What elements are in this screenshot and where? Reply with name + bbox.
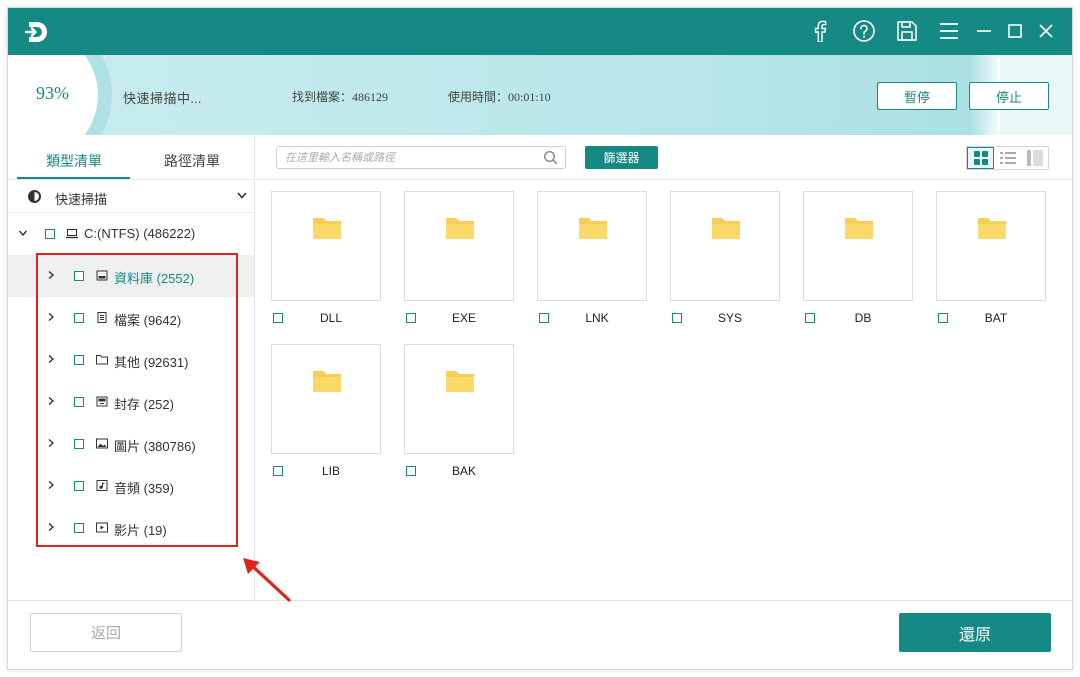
app-window: 93% 快速掃描中... 找到檔案：486129 使用時間：00:01:10 暫… — [7, 7, 1073, 670]
progress-percent: 93% — [36, 83, 69, 103]
active-tab-underline — [17, 177, 130, 179]
scan-progress-strip: 93% 快速掃描中... 找到檔案：486129 使用時間：00:01:10 暫… — [8, 55, 1072, 135]
chevron-down-icon[interactable] — [235, 188, 249, 202]
grid-item-label: BAT — [984, 311, 1008, 325]
close-icon[interactable] — [1033, 18, 1059, 44]
grid-item-checkbox[interactable] — [805, 313, 815, 323]
file-type-card[interactable] — [803, 191, 913, 301]
grid-item-checkbox[interactable] — [938, 313, 948, 323]
tab-type-list[interactable]: 類型清單 — [46, 151, 102, 171]
footer-bar: 返回 還原 — [8, 600, 1072, 669]
filter-button[interactable]: 篩選器 — [585, 146, 658, 169]
file-type-card[interactable] — [271, 191, 381, 301]
facebook-icon[interactable] — [807, 18, 833, 44]
scan-mode-label: 快速掃描 — [55, 192, 108, 207]
file-type-card[interactable] — [404, 344, 514, 454]
grid-item[interactable]: SYS — [670, 191, 780, 331]
restore-button[interactable]: 還原 — [899, 613, 1051, 652]
folder-icon — [446, 218, 474, 239]
chevron-down-icon[interactable] — [18, 228, 28, 238]
grid-item-label: LIB — [321, 464, 340, 478]
help-icon[interactable] — [851, 18, 877, 44]
menu-icon[interactable] — [936, 18, 962, 44]
drive-checkbox[interactable] — [45, 229, 55, 239]
annotation-highlight-box — [36, 253, 238, 547]
scan-mode-selector[interactable]: 快速掃描 — [8, 181, 254, 213]
folder-icon — [313, 218, 341, 239]
half-circle-icon — [28, 190, 41, 203]
tab-path-list[interactable]: 路徑清單 — [164, 151, 220, 171]
grid-item[interactable]: LIB — [271, 344, 381, 484]
grid-item[interactable]: DLL — [271, 191, 381, 331]
file-type-card[interactable] — [670, 191, 780, 301]
folder-icon — [712, 218, 740, 239]
back-button[interactable]: 返回 — [30, 613, 182, 652]
drive-label: C:(NTFS) (486222) — [84, 226, 196, 241]
grid-item[interactable]: EXE — [404, 191, 514, 331]
grid-item[interactable]: LNK — [537, 191, 647, 331]
maximize-icon[interactable] — [1002, 18, 1028, 44]
grid-item[interactable]: BAT — [936, 191, 1046, 331]
grid-view-icon[interactable] — [967, 147, 994, 169]
title-bar — [8, 8, 1072, 55]
drive-row[interactable]: C:(NTFS) (486222) — [8, 213, 254, 255]
grid-item-checkbox[interactable] — [539, 313, 549, 323]
grid-item-label: DB — [854, 311, 872, 325]
grid-item-label: BAK — [451, 464, 476, 478]
folder-icon — [313, 371, 341, 392]
folder-icon — [446, 371, 474, 392]
pause-button[interactable]: 暫停 — [877, 82, 957, 110]
grid-item-checkbox[interactable] — [406, 313, 416, 323]
file-type-card[interactable] — [404, 191, 514, 301]
detail-view-icon[interactable] — [1021, 147, 1048, 169]
grid-item-checkbox[interactable] — [273, 313, 283, 323]
grid-item-label: LNK — [585, 311, 609, 325]
save-icon[interactable] — [894, 18, 920, 44]
file-type-card[interactable] — [936, 191, 1046, 301]
scan-status: 快速掃描中... — [123, 91, 202, 106]
grid-item-checkbox[interactable] — [672, 313, 682, 323]
stop-button[interactable]: 停止 — [969, 82, 1049, 110]
grid-item[interactable]: DB — [803, 191, 913, 331]
drive-icon — [66, 229, 78, 239]
search-input[interactable] — [277, 147, 537, 168]
list-view-icon[interactable] — [994, 147, 1021, 169]
file-type-card[interactable] — [271, 344, 381, 454]
grid-item-label: SYS — [717, 311, 742, 325]
grid-item-label: EXE — [451, 311, 476, 325]
file-type-card[interactable] — [537, 191, 647, 301]
sidebar-tabs: 類型清單 路徑清單 — [8, 135, 254, 180]
folder-icon — [579, 218, 607, 239]
minimize-icon[interactable] — [971, 18, 997, 44]
elapsed-time: 使用時間：00:01:10 — [448, 90, 551, 104]
main-toolbar: 篩選器 — [256, 135, 1072, 180]
grid-item-checkbox[interactable] — [273, 466, 283, 476]
folder-icon — [845, 218, 873, 239]
view-switcher — [966, 146, 1049, 170]
found-files-count: 找到檔案：486129 — [292, 90, 389, 104]
main-panel: 篩選器 DLL — [256, 135, 1072, 600]
folder-icon — [978, 218, 1006, 239]
search-icon[interactable] — [543, 150, 558, 165]
grid-item-checkbox[interactable] — [406, 466, 416, 476]
grid-item[interactable]: BAK — [404, 344, 514, 484]
search-box — [276, 146, 566, 169]
app-logo-icon — [24, 22, 47, 42]
annotation-arrow-icon — [243, 558, 291, 602]
grid-item-label: DLL — [319, 311, 342, 325]
